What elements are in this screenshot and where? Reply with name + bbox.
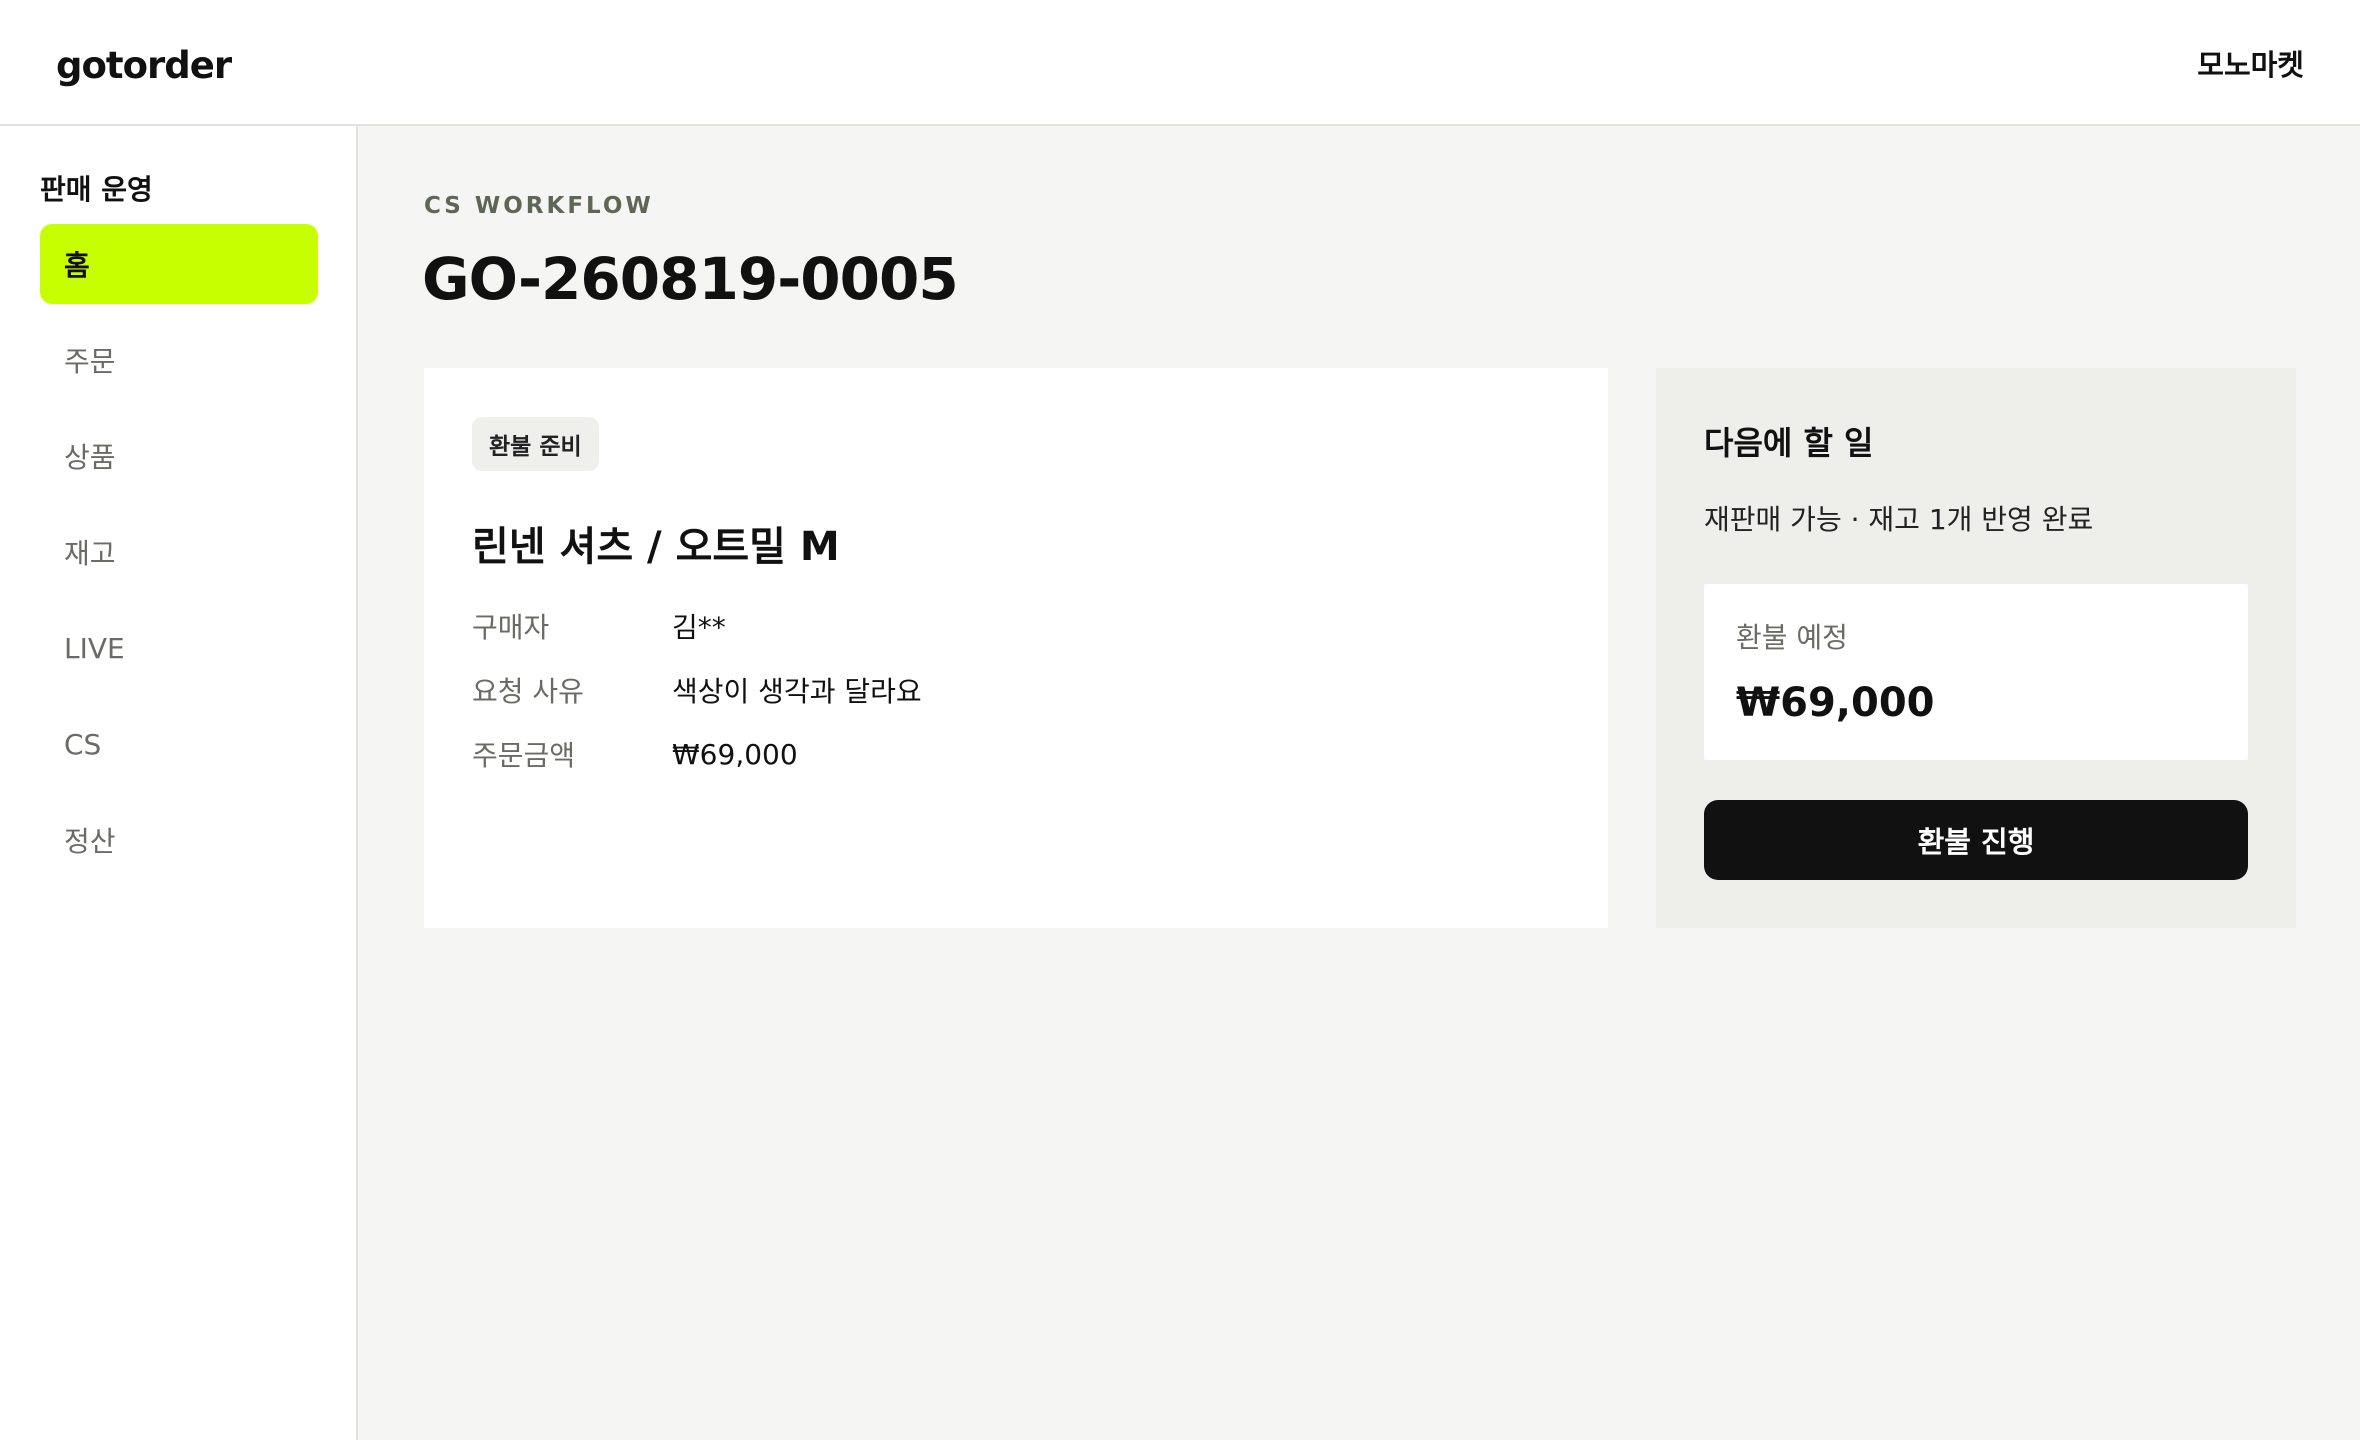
reason-row: 요청 사유 색상이 생각과 달라요 (472, 670, 1472, 710)
refund-amount: ₩69,000 (1736, 680, 1935, 726)
sidebar-item-live[interactable]: LIVE (40, 608, 318, 688)
sidebar-nav: 홈 주문 상품 재고 LIVE CS 정산 (40, 224, 318, 896)
next-step-note: 재판매 가능 · 재고 1개 반영 완료 (1704, 503, 2094, 536)
refund-label: 환불 예정 (1736, 621, 1848, 654)
buyer-row: 구매자 김** (472, 606, 1472, 646)
sidebar-item-inventory[interactable]: 재고 (40, 512, 318, 592)
sidebar: 판매 운영 홈 주문 상품 재고 LIVE CS 정산 (0, 126, 358, 1440)
process-refund-button[interactable]: 환불 진행 (1704, 800, 2248, 880)
sidebar-item-home[interactable]: 홈 (40, 224, 318, 304)
sidebar-item-settlement[interactable]: 정산 (40, 800, 318, 880)
page-eyebrow: CS WORKFLOW (424, 193, 654, 219)
sidebar-item-products[interactable]: 상품 (40, 416, 318, 496)
order-detail-card: 환불 준비 린넨 셔츠 / 오트밀 M 구매자 김** 요청 사유 색상이 생각… (424, 368, 1608, 928)
sidebar-item-cs[interactable]: CS (40, 704, 318, 784)
reason-value: 색상이 생각과 달라요 (672, 675, 922, 708)
app-logo[interactable]: gotorder (56, 44, 232, 87)
product-name: 린넨 셔츠 / 오트밀 M (472, 524, 840, 570)
buyer-value: 김** (672, 611, 726, 644)
next-step-title: 다음에 할 일 (1704, 424, 1874, 462)
sidebar-section-title: 판매 운영 (40, 173, 153, 206)
status-badge: 환불 준비 (472, 417, 599, 471)
order-amount-row: 주문금액 ₩69,000 (472, 734, 1472, 774)
reason-label: 요청 사유 (472, 675, 584, 708)
page-title: GO-260819-0005 (422, 245, 959, 313)
order-amount-label: 주문금액 (472, 739, 576, 772)
top-bar: gotorder 모노마켓 (0, 0, 2360, 126)
order-amount-value: ₩69,000 (672, 737, 798, 771)
next-step-panel: 다음에 할 일 재판매 가능 · 재고 1개 반영 완료 환불 예정 ₩69,0… (1656, 368, 2296, 928)
store-name[interactable]: 모노마켓 (2197, 42, 2304, 84)
refund-summary: 환불 예정 ₩69,000 (1704, 584, 2248, 760)
sidebar-item-orders[interactable]: 주문 (40, 320, 318, 400)
buyer-label: 구매자 (472, 611, 550, 644)
